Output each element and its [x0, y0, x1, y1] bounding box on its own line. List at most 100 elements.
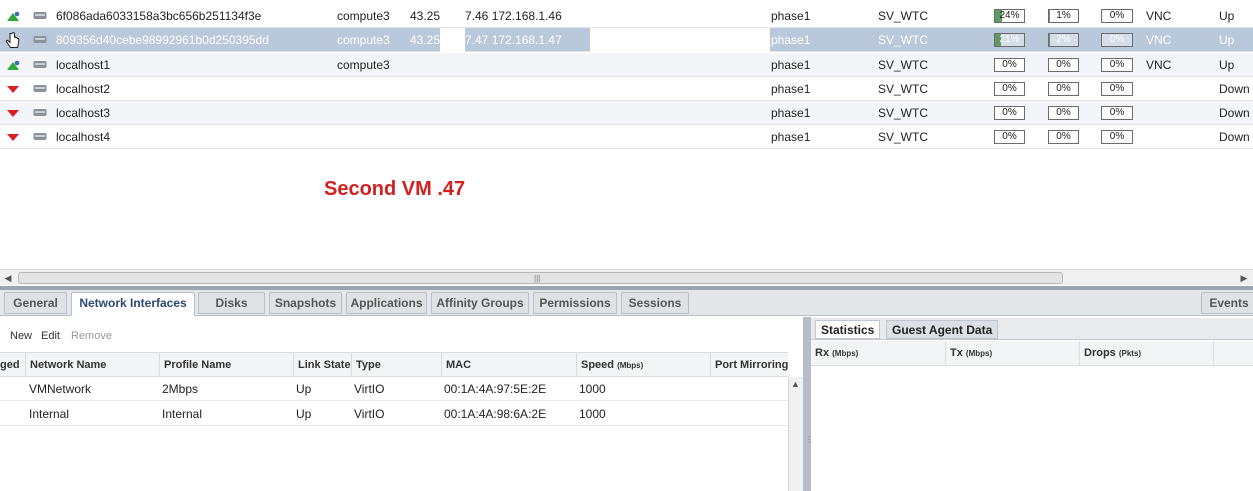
tab-general[interactable]: General — [4, 292, 67, 314]
network-usage-bar: 0% — [1101, 33, 1133, 47]
scroll-right-icon[interactable]: ▶ — [1238, 272, 1250, 284]
vm-host: compute3 — [337, 9, 390, 23]
tab-network-interfaces[interactable]: Network Interfaces — [71, 292, 195, 316]
redaction-block — [590, 28, 770, 52]
column-link-state[interactable]: Link State — [293, 353, 351, 377]
nic-mac: 00:1A:4A:98:6A:2E — [444, 407, 547, 421]
vertical-scrollbar[interactable]: ▲ — [788, 377, 803, 491]
horizontal-scrollbar[interactable]: ◀ ||| ▶ — [0, 269, 1253, 285]
up-arrow-icon — [7, 11, 20, 21]
vm-datacenter: SV_WTC — [878, 9, 929, 23]
column-network-name[interactable]: Network Name — [25, 353, 159, 377]
memory-usage-bar: 1% — [1048, 9, 1079, 23]
scrollbar-thumb[interactable]: ||| — [18, 272, 1063, 284]
vm-icon — [33, 133, 47, 140]
vm-status: Up — [1219, 9, 1235, 23]
nic-link-state: Up — [296, 407, 312, 421]
tab-permissions[interactable]: Permissions — [533, 292, 617, 314]
vm-row[interactable]: localhost4 phase1 SV_WTC 0% 0% 0% Down — [0, 125, 1253, 149]
remove-button[interactable]: Remove — [71, 330, 112, 342]
new-button[interactable]: New — [10, 330, 32, 342]
memory-usage-bar: 2% — [1048, 33, 1079, 47]
vm-row[interactable]: localhost2 phase1 SV_WTC 0% 0% 0% Down — [0, 77, 1253, 101]
vm-display: VNC — [1146, 9, 1172, 23]
vm-display: VNC — [1146, 58, 1172, 72]
vm-display: VNC — [1146, 33, 1172, 47]
column-tx-label: Tx — [950, 347, 963, 359]
vm-status: Down — [1219, 82, 1250, 96]
down-arrow-icon — [7, 110, 19, 117]
vm-datacenter: SV_WTC — [878, 82, 929, 96]
vm-host: compute3 — [337, 58, 390, 72]
network-usage-bar: 0% — [1101, 106, 1133, 120]
column-speed-unit: (Mbps) — [617, 361, 644, 370]
scroll-left-icon[interactable]: ◀ — [2, 272, 14, 284]
vm-ip: 7.47 172.168.1.47 — [465, 33, 562, 47]
column-type[interactable]: Type — [351, 353, 441, 377]
statistics-tab-bar: Statistics Guest Agent Data — [811, 318, 1253, 340]
table-row[interactable]: VMNetwork 2Mbps Up VirtIO 00:1A:4A:97:5E… — [0, 377, 788, 401]
column-drops[interactable]: Drops (Pkts) — [1080, 341, 1214, 365]
tab-guest-agent-data[interactable]: Guest Agent Data — [886, 320, 999, 339]
vm-icon — [33, 12, 47, 19]
column-rx-unit: (Mbps) — [832, 349, 859, 358]
detail-tab-bar: General Network Interfaces Disks Snapsho… — [0, 290, 1253, 316]
tab-affinity-groups[interactable]: Affinity Groups — [431, 292, 529, 314]
memory-usage-bar: 0% — [1048, 58, 1079, 72]
column-speed[interactable]: Speed (Mbps) — [576, 353, 710, 377]
nic-profile-name: Internal — [162, 407, 203, 421]
cpu-usage-bar: 21% — [994, 33, 1025, 47]
column-rx[interactable]: Rx (Mbps) — [811, 341, 946, 365]
cpu-usage-bar: 0% — [994, 130, 1025, 144]
vm-cluster: phase1 — [771, 130, 811, 144]
tab-events[interactable]: Events — [1201, 292, 1253, 314]
vm-row[interactable]: localhost1 compute3 phase1 SV_WTC 0% 0% … — [0, 53, 1253, 77]
vm-ip: 7.46 172.168.1.46 — [465, 9, 562, 23]
vm-name: 6f086ada6033158a3bc656b251134f3e — [56, 9, 262, 23]
vm-cluster: phase1 — [771, 82, 811, 96]
cpu-usage-bar: 0% — [994, 82, 1025, 96]
column-drops-unit: (Pkts) — [1118, 349, 1142, 358]
annotation-text: Second VM .47 — [324, 178, 466, 200]
vertical-splitter[interactable]: ⋮ — [803, 317, 813, 491]
down-arrow-icon — [7, 86, 19, 93]
vm-icon — [33, 61, 47, 68]
column-tx[interactable]: Tx (Mbps) — [946, 341, 1080, 365]
vm-grid: 6f086ada6033158a3bc656b251134f3e compute… — [0, 0, 1253, 150]
column-drops-label: Drops — [1084, 347, 1116, 359]
down-arrow-icon — [7, 134, 19, 141]
vm-name: localhost2 — [56, 82, 111, 96]
network-usage-bar: 0% — [1101, 58, 1133, 72]
cpu-usage-bar: 0% — [994, 58, 1025, 72]
nic-mac: 00:1A:4A:97:5E:2E — [444, 382, 547, 396]
column-profile-name[interactable]: Profile Name — [159, 353, 293, 377]
vm-row[interactable]: 6f086ada6033158a3bc656b251134f3e compute… — [0, 4, 1253, 28]
column-rx-label: Rx — [815, 347, 830, 359]
tab-disks[interactable]: Disks — [198, 292, 265, 314]
nic-table-header: ged Network Name Profile Name Link State… — [0, 352, 788, 377]
vm-status: Down — [1219, 130, 1250, 144]
column-port-mirroring[interactable]: Port Mirroring — [710, 353, 788, 377]
memory-usage-bar: 0% — [1048, 82, 1079, 96]
vm-name: localhost1 — [56, 58, 111, 72]
column-mac[interactable]: MAC — [441, 353, 576, 377]
scroll-up-icon[interactable]: ▲ — [791, 379, 800, 389]
vm-row-selected[interactable]: 809356d40cebe98992961b0d250395dd compute… — [0, 28, 1253, 52]
tab-applications[interactable]: Applications — [346, 292, 427, 314]
hand-cursor-icon — [5, 32, 20, 48]
up-arrow-icon — [7, 60, 20, 70]
vm-row[interactable]: localhost3 phase1 SV_WTC 0% 0% 0% Down — [0, 101, 1253, 125]
vm-name: localhost3 — [56, 106, 111, 120]
vm-status: Down — [1219, 106, 1250, 120]
column-plugged[interactable]: ged — [0, 353, 25, 377]
table-row[interactable]: Internal Internal Up VirtIO 00:1A:4A:98:… — [0, 402, 788, 426]
tab-snapshots[interactable]: Snapshots — [269, 292, 342, 314]
tab-sessions[interactable]: Sessions — [621, 292, 689, 314]
memory-usage-bar: 0% — [1048, 130, 1079, 144]
tab-statistics[interactable]: Statistics — [815, 320, 881, 339]
grip-icon: ||| — [534, 274, 541, 283]
network-usage-bar: 0% — [1101, 82, 1133, 96]
edit-button[interactable]: Edit — [41, 330, 60, 342]
memory-usage-bar: 0% — [1048, 106, 1079, 120]
column-speed-label: Speed — [581, 359, 615, 371]
